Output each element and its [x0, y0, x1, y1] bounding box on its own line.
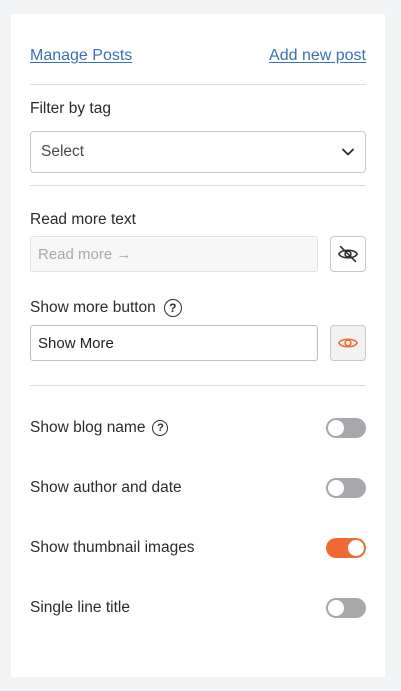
divider: [30, 84, 366, 85]
show-more-visibility-toggle[interactable]: [330, 325, 366, 361]
toggle-row-show-thumbnail-images: Show thumbnail images: [30, 537, 366, 559]
show-author-and-date-toggle[interactable]: [326, 478, 366, 498]
add-new-post-link[interactable]: Add new post: [269, 47, 366, 65]
filter-by-tag-label: Filter by tag: [30, 100, 111, 118]
chevron-down-icon: [342, 148, 354, 156]
toggle-label-text: Show thumbnail images: [30, 539, 195, 556]
filter-by-tag-text: Filter by tag: [30, 100, 111, 117]
settings-panel: Manage Posts Add new post Filter by tag …: [11, 14, 385, 677]
toggle-knob: [328, 420, 344, 436]
toggle-knob: [348, 540, 364, 556]
single-line-title-toggle[interactable]: [326, 598, 366, 618]
read-more-label: Read more text: [30, 211, 136, 229]
read-more-text-label: Read more text: [30, 211, 136, 228]
post-links-row: Manage Posts Add new post: [30, 45, 366, 67]
show-more-input-value: Show More: [38, 334, 114, 352]
help-icon[interactable]: ?: [163, 299, 182, 317]
toggle-knob: [328, 480, 344, 496]
read-more-visibility-toggle[interactable]: [330, 236, 366, 272]
manage-posts-link[interactable]: Manage Posts: [30, 47, 132, 65]
show-thumbnail-images-toggle[interactable]: [326, 538, 366, 558]
show-more-input[interactable]: Show More: [30, 325, 318, 361]
toggle-row-show-author-and-date: Show author and date: [30, 477, 366, 499]
toggle-knob: [328, 600, 344, 616]
help-icon[interactable]: ?: [152, 420, 169, 436]
toggle-label: Show author and date: [30, 479, 182, 497]
toggle-label-text: Show blog name: [30, 419, 146, 436]
toggle-row-show-blog-name: Show blog name ?: [30, 417, 366, 439]
eye-icon: [337, 338, 359, 348]
toggle-label-text: Single line title: [30, 599, 130, 616]
show-more-button-label: Show more button: [30, 299, 156, 316]
divider: [30, 185, 366, 186]
read-more-input[interactable]: Read more →: [30, 236, 318, 272]
show-more-label: Show more button ?: [30, 299, 182, 317]
toggle-row-single-line-title: Single line title: [30, 597, 366, 619]
show-blog-name-toggle[interactable]: [326, 418, 366, 438]
eye-off-icon: [337, 245, 359, 263]
read-more-input-value: Read more →: [38, 245, 132, 263]
tag-select[interactable]: Select: [30, 131, 366, 173]
toggle-label: Show blog name ?: [30, 419, 169, 437]
toggle-label: Show thumbnail images: [30, 539, 195, 557]
divider: [30, 385, 366, 386]
toggle-label-text: Show author and date: [30, 479, 182, 496]
tag-select-value: Select: [41, 143, 85, 160]
toggle-label: Single line title: [30, 599, 130, 617]
